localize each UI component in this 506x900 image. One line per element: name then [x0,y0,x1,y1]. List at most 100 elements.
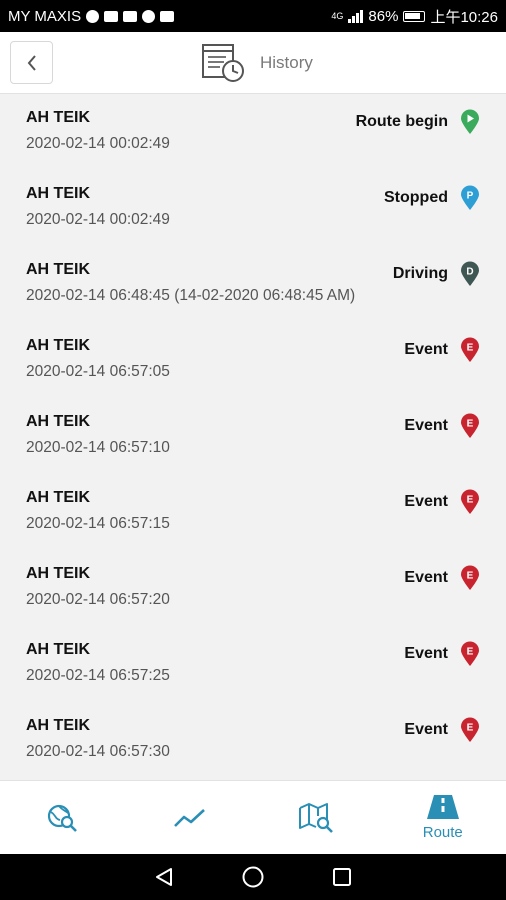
history-list: AH TEIK 2020-02-14 00:02:49 Route begin … [0,95,506,780]
pin-letter: E [467,571,474,582]
event-pin-icon: E [461,337,479,362]
row-left: AH TEIK 2020-02-14 06:57:30 [26,717,170,761]
history-row[interactable]: AH TEIK 2020-02-14 06:57:25 Event E [0,627,506,703]
row-right: Event E [404,641,480,667]
row-name: AH TEIK [26,413,90,430]
recents-square-icon[interactable] [331,866,353,888]
pin-letter: E [467,419,474,430]
row-name: AH TEIK [26,261,90,278]
event-pin-icon: E [461,641,479,666]
pin-letter: E [467,723,474,734]
row-time: 2020-02-14 06:57:25 [26,667,170,684]
history-row[interactable]: AH TEIK 2020-02-14 06:57:30 Event E [0,703,506,779]
history-row[interactable]: AH TEIK 2020-02-14 06:57:15 Event E [0,475,506,551]
row-right: Event E [404,413,480,439]
event-pin-icon: E [461,717,479,742]
back-triangle-icon[interactable] [153,866,175,888]
gallery-icon [160,10,175,22]
row-time: 2020-02-14 06:57:20 [26,591,170,608]
row-status: Route begin [355,113,448,130]
row-time: 2020-02-14 06:57:15 [26,515,170,532]
row-time: 2020-02-14 06:57:10 [26,439,170,456]
page-title: History [260,53,313,72]
row-left: AH TEIK 2020-02-14 06:57:20 [26,565,170,609]
play-pin-icon [461,109,479,134]
row-left: AH TEIK 2020-02-14 06:57:10 [26,413,170,457]
pin-letter: E [467,647,474,658]
row-name: AH TEIK [26,489,90,506]
row-name: AH TEIK [26,717,90,734]
trend-line-icon [173,808,205,827]
row-left: AH TEIK 2020-02-14 06:57:05 [26,337,170,381]
row-left: AH TEIK 2020-02-14 06:57:25 [26,641,170,685]
history-row[interactable]: AH TEIK 2020-02-14 06:57:05 Event E [0,323,506,399]
bottom-nav: Route [0,780,506,854]
row-time: 2020-02-14 06:57:30 [26,743,170,760]
history-row[interactable]: AH TEIK 2020-02-14 00:02:49 Route begin [0,95,506,171]
pin-letter: E [467,495,474,506]
network-label: 4G [331,11,344,21]
status-left: MY MAXIS [8,7,175,25]
row-left: AH TEIK 2020-02-14 06:48:45 (14-02-2020 … [26,261,355,305]
carrier-label: MY MAXIS [8,7,82,25]
status-bar: MY MAXIS 4G 86% 上午10:26 [0,0,506,32]
row-right: Event E [404,489,480,515]
nav-map-search[interactable] [253,781,380,854]
nav-trend[interactable] [127,781,254,854]
row-time: 2020-02-14 00:02:49 [26,211,170,228]
row-name: AH TEIK [26,565,90,582]
row-time: 2020-02-14 06:48:45 (14-02-2020 06:48:45… [26,287,356,304]
row-status: Event [404,417,448,434]
android-nav-bar [0,854,506,900]
back-button[interactable] [10,41,53,84]
home-circle-icon[interactable] [241,865,265,889]
row-right: Event E [404,337,480,363]
chat-icon [86,9,100,23]
pin-letter: E [467,343,474,354]
row-status: Event [404,341,448,358]
mail-icon [123,10,138,22]
history-row[interactable]: AH TEIK 2020-02-14 06:57:20 Event E [0,551,506,627]
row-name: AH TEIK [26,109,90,126]
battery-percent: 86% [368,7,399,25]
nav-globe-search[interactable] [0,781,127,854]
map-search-icon [299,802,334,833]
nav-route[interactable]: Route [380,781,506,854]
row-name: AH TEIK [26,641,90,658]
clock: 上午10:26 [430,8,498,26]
row-left: AH TEIK 2020-02-14 00:02:49 [26,109,170,153]
header-title-group: History [200,38,313,88]
chevron-left-icon [27,54,36,71]
row-right: Driving D [393,261,480,287]
signal-icon [348,9,364,23]
row-status: Event [404,493,448,510]
row-status: Driving [392,265,448,282]
pin-letter: D [466,267,473,278]
row-time: 2020-02-14 00:02:49 [26,135,170,152]
event-pin-icon: E [461,565,479,590]
parking-pin-icon: P [461,185,479,210]
row-left: AH TEIK 2020-02-14 06:57:15 [26,489,170,533]
globe-search-icon [48,804,78,832]
row-name: AH TEIK [26,337,90,354]
row-status: Event [404,569,448,586]
row-status: Event [404,645,448,662]
driving-pin-icon: D [461,261,479,286]
history-row[interactable]: AH TEIK 2020-02-14 00:02:49 Stopped P [0,171,506,247]
history-row[interactable]: AH TEIK 2020-02-14 06:48:45 (14-02-2020 … [0,247,506,323]
history-row[interactable]: AH TEIK 2020-02-14 06:57:10 Event E [0,399,506,475]
row-right: Route begin [356,109,480,135]
row-status: Event [404,721,448,738]
battery-icon [403,10,426,22]
nav-route-label: Route [422,824,463,841]
pin-letter: P [467,191,474,202]
row-time: 2020-02-14 06:57:05 [26,363,170,380]
row-right: Event E [404,717,480,743]
row-right: Stopped P [384,185,480,211]
row-right: Event E [404,565,480,591]
cloud-icon [142,9,156,23]
event-pin-icon: E [461,489,479,514]
route-road-icon [426,795,459,819]
row-left: AH TEIK 2020-02-14 00:02:49 [26,185,170,229]
status-right: 4G 86% 上午10:26 [331,6,498,27]
